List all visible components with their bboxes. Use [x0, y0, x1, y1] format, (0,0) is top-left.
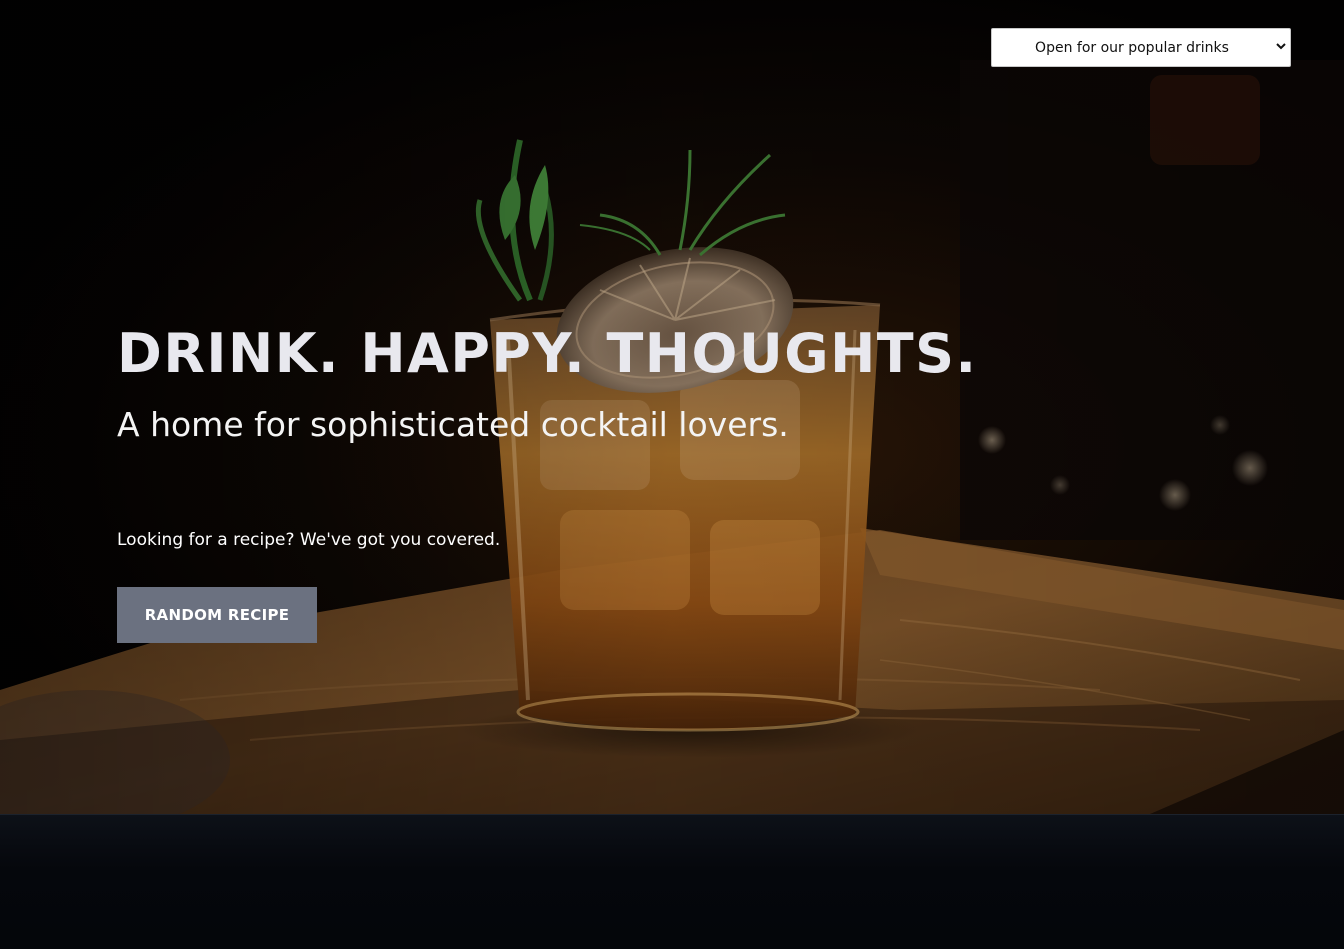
hero-subtitle: A home for sophisticated cocktail lovers…	[117, 405, 789, 444]
lower-section	[0, 814, 1344, 949]
recipe-prompt-text: Looking for a recipe? We've got you cove…	[117, 530, 501, 550]
random-recipe-button[interactable]: RANDOM RECIPE	[117, 587, 317, 643]
hero-section: Open for our popular drinks DRINK. HAPPY…	[0, 0, 1344, 814]
popular-drinks-dropdown-wrapper: Open for our popular drinks	[991, 28, 1291, 67]
popular-drinks-dropdown[interactable]: Open for our popular drinks	[991, 28, 1291, 67]
hero-title: DRINK. HAPPY. THOUGHTS.	[117, 322, 978, 385]
page: Open for our popular drinks DRINK. HAPPY…	[0, 0, 1344, 949]
